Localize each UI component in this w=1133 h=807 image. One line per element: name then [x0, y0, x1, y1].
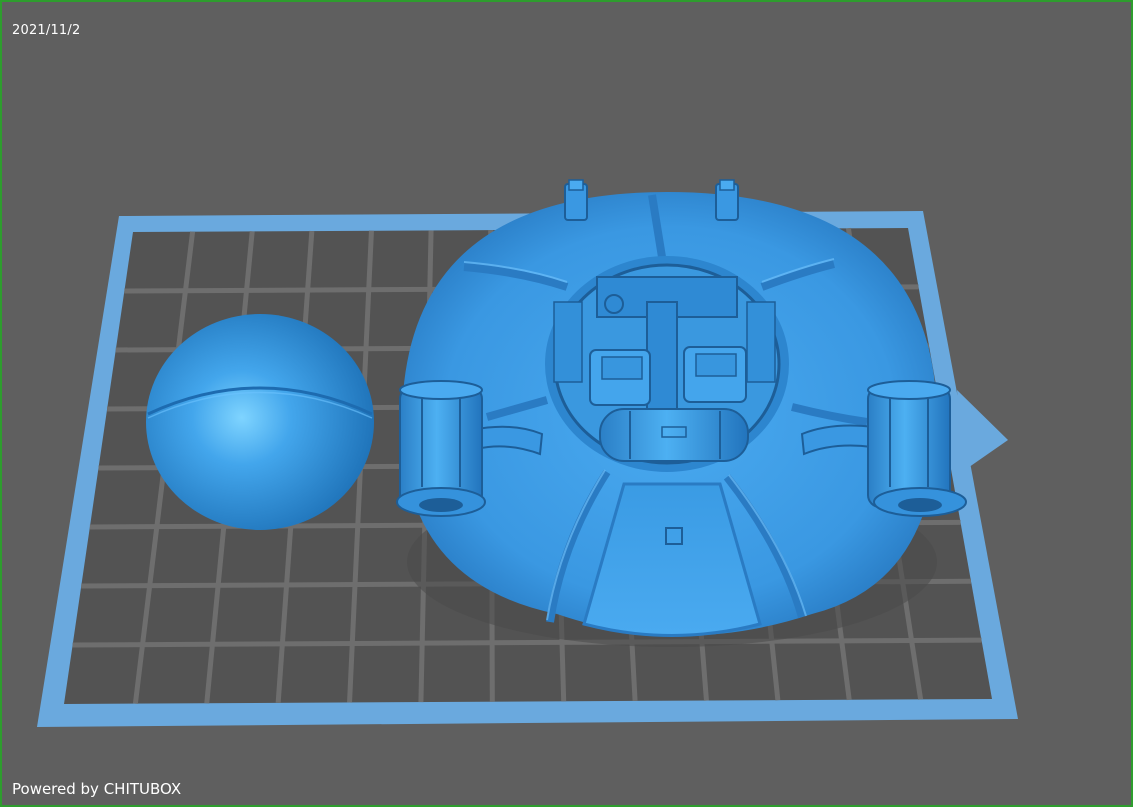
scene-canvas[interactable]: [2, 2, 1133, 807]
powered-by-label: Powered by CHITUBOX: [12, 780, 182, 798]
antenna-right: [715, 179, 739, 221]
date-label: 2021/11/2: [12, 23, 81, 38]
sphere-model[interactable]: [146, 314, 374, 530]
plate-direction-arrow: [957, 390, 1008, 472]
cockpit-fuel-tank: [599, 408, 749, 462]
viewport-3d[interactable]: 2021/11/2 Powered by CHITUBOX: [0, 0, 1133, 807]
sphere-body: [146, 314, 374, 530]
antenna-left: [564, 179, 588, 221]
